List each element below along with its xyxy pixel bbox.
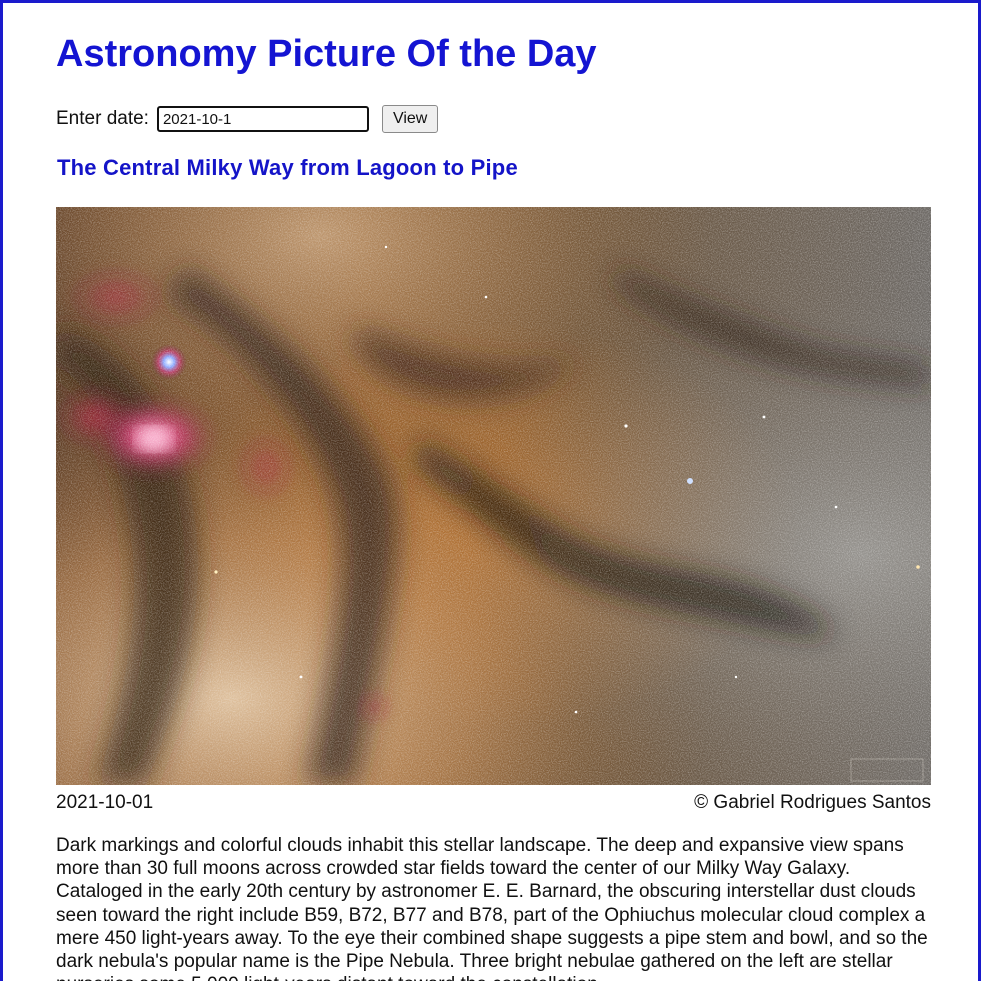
apod-title: The Central Milky Way from Lagoon to Pip…	[57, 155, 518, 180]
date-form: Enter date: View	[56, 104, 439, 134]
apod-credit: © Gabriel Rodrigues Santos	[694, 792, 931, 813]
date-label: Enter date:	[56, 108, 149, 129]
page-title: Astronomy Picture Of the Day	[56, 33, 597, 75]
apod-date: 2021-10-01	[56, 792, 154, 813]
apod-image[interactable]	[56, 207, 931, 785]
date-input[interactable]	[156, 106, 369, 132]
apod-meta: 2021-10-01 © Gabriel Rodrigues Santos	[56, 792, 931, 814]
apod-explanation: Dark markings and colorful clouds inhabi…	[56, 835, 928, 981]
view-button[interactable]: View	[381, 105, 439, 133]
page-frame: Astronomy Picture Of the Day Enter date:…	[0, 0, 981, 981]
